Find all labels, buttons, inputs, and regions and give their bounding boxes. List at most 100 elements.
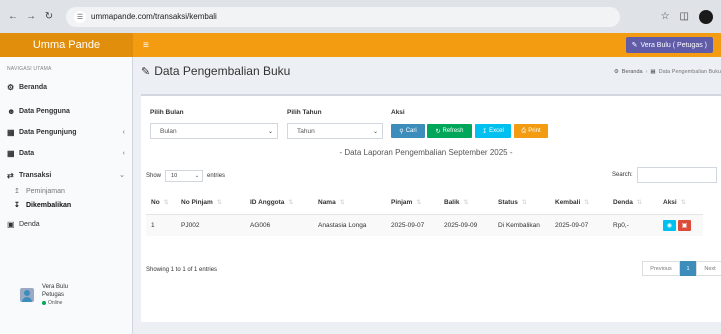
entries-select[interactable]: 10 ⌄ [165,170,204,182]
exchange-icon: ⇄ [7,170,14,180]
col-status[interactable]: Status ⇅ [493,192,550,215]
brand-logo[interactable]: Umma Pande [0,33,133,57]
browser-toolbar: ← → ↻ ☰ ummapande.com/transaksi/kembali … [0,0,721,33]
col-nama[interactable]: Nama ⇅ [313,192,386,215]
download-icon: ↧ [14,202,20,209]
search-input[interactable] [636,167,717,183]
next-button[interactable]: Next [696,261,721,276]
col-no[interactable]: No ⇅ [146,192,176,215]
cell-kembali: 2025-09-07 [550,214,608,236]
user-menu-label: Vera Bulu ( Petugas ) [640,41,707,49]
sort-icon: ⇅ [521,200,527,207]
url-text: ummapande.com/transaksi/kembali [91,12,217,21]
dashboard-icon: ⚙ [613,69,619,75]
sidebar-subitem-label: Peminjaman [26,187,65,195]
menu-toggle-icon[interactable]: ≡ [143,40,149,51]
cari-button[interactable]: ⚲ Cari [391,124,425,138]
show-label: Show [146,173,162,179]
page-1-button[interactable]: 1 [680,261,696,276]
bulan-select-value: Bulan [160,127,177,135]
dashboard-icon: ⚙ [7,82,15,92]
breadcrumb-separator: › [645,69,648,75]
back-icon[interactable]: ← [6,10,20,24]
cell-status: Di Kembalikan [493,214,550,236]
sidebar-item-data-pengunjung[interactable]: ▦ Data Pengunjung ‹ [0,123,132,141]
breadcrumb: ⚙ Beranda › ▦ Data Pengembalian Buku [614,69,721,75]
cell-nama: Anastasia Longa [313,214,386,236]
table-search: Search: [612,167,717,183]
forward-icon[interactable]: → [24,10,38,24]
page-title-text: Data Pengembalian Buku [154,64,291,78]
page-title: ✎ Data Pengembalian Buku [141,64,290,78]
cari-button-label: Cari [405,128,417,134]
book-icon: ▦ [650,69,656,75]
tahun-select-value: Tahun [297,127,315,135]
col-status-label: Status [498,199,518,207]
download-icon: ↧ [482,128,488,135]
col-pinjam[interactable]: Pinjam ⇅ [386,192,439,215]
star-icon[interactable]: ☆ [661,11,670,22]
edit-icon: ▦ [7,127,15,137]
sort-icon: ⇅ [463,200,469,207]
breadcrumb-current: Data Pengembalian Buku [658,69,721,75]
sidebar-item-denda[interactable]: ▣ Denda [0,215,132,233]
aksi-label: Aksi [391,109,405,116]
cell-id-anggota: AG006 [245,214,313,236]
excel-button-label: Excel [489,128,504,134]
col-aksi[interactable]: Aksi ⇅ [658,192,703,215]
address-bar[interactable]: ☰ ummapande.com/transaksi/kembali [66,6,620,27]
site-info-icon[interactable]: ☰ [74,10,86,23]
col-no-pinjam[interactable]: No Pinjam ⇅ [176,192,245,215]
excel-button[interactable]: ↧ Excel [475,124,511,138]
edit-icon: ▦ [7,148,15,158]
chevron-down-icon: ⌄ [372,128,378,135]
extensions-icon[interactable]: ◫ [680,11,689,22]
sidebar-item-beranda[interactable]: ⚙ Beranda [0,78,132,96]
col-id-anggota[interactable]: ID Anggota ⇅ [245,192,313,215]
sidebar-item-label: Data Pengguna [19,107,70,115]
sidebar-item-label: Data Pengunjung [19,128,77,136]
breadcrumb-home[interactable]: Beranda [622,69,643,75]
reload-icon[interactable]: ↻ [42,10,56,24]
delete-button[interactable]: ▣ [678,219,691,231]
col-denda[interactable]: Denda ⇅ [608,192,658,215]
sidebar: NAVIGASI UTAMA ⚙ Beranda ☻ Data Pengguna… [0,57,133,334]
main-content: ✎ Data Pengembalian Buku ⚙ Beranda › ▦ D… [134,57,721,334]
cell-pinjam: 2025-09-07 [386,214,439,236]
profile-avatar[interactable] [699,9,713,24]
sidebar-subitem-peminjaman[interactable]: ↥ Peminjaman [7,184,132,198]
print-button[interactable]: ⎙ Print [514,124,548,138]
report-title: - Data Laporan Pengembalian September 20… [339,148,513,157]
refresh-button[interactable]: ↻ Refresh [427,124,472,138]
user-menu-button[interactable]: ✎ Vera Bulu ( Petugas ) [625,37,713,53]
user-panel: Vera Bulu Petugas Online [0,275,133,315]
previous-button[interactable]: Previous [642,261,680,276]
tahun-select[interactable]: Tahun ⌄ [287,123,383,139]
pengembalian-table: No ⇅ No Pinjam ⇅ ID Anggota ⇅ Nama ⇅ Pinjam ⇅… [146,192,703,236]
user-avatar [20,288,34,302]
money-icon: ▣ [7,219,15,229]
sidebar-item-data[interactable]: ▦ Data ‹ [0,144,132,162]
app-header: Umma Pande ≡ ✎ Vera Bulu ( Petugas ) [0,33,721,57]
sidebar-item-transaksi[interactable]: ⇄ Transaksi ⌄ [0,166,132,184]
view-button[interactable]: ◉ [663,219,676,231]
chevron-left-icon: ‹ [122,149,125,157]
search-icon: ⚲ [399,128,404,135]
sidebar-item-label: Data [19,149,35,157]
upload-icon: ↥ [14,188,20,195]
bulan-select[interactable]: Bulan ⌄ [150,123,278,139]
col-nama-label: Nama [318,199,336,207]
trash-icon: ▣ [681,222,688,229]
sidebar-subitem-dikembalikan[interactable]: ↧ Dikembalikan [7,198,132,212]
col-kembali[interactable]: Kembali ⇅ [550,192,608,215]
col-aksi-label: Aksi [663,199,677,207]
online-status-label: Online [48,300,63,306]
refresh-icon: ↻ [435,128,441,135]
col-balik[interactable]: Balik ⇅ [439,192,493,215]
col-id-anggota-label: ID Anggota [250,199,285,207]
col-denda-label: Denda [613,199,633,207]
table-header-row: No ⇅ No Pinjam ⇅ ID Anggota ⇅ Nama ⇅ Pinjam ⇅… [146,192,703,215]
col-no-pinjam-label: No Pinjam [181,199,213,207]
sort-icon: ⇅ [288,200,294,207]
sidebar-item-data-pengguna[interactable]: ☻ Data Pengguna [0,102,132,120]
